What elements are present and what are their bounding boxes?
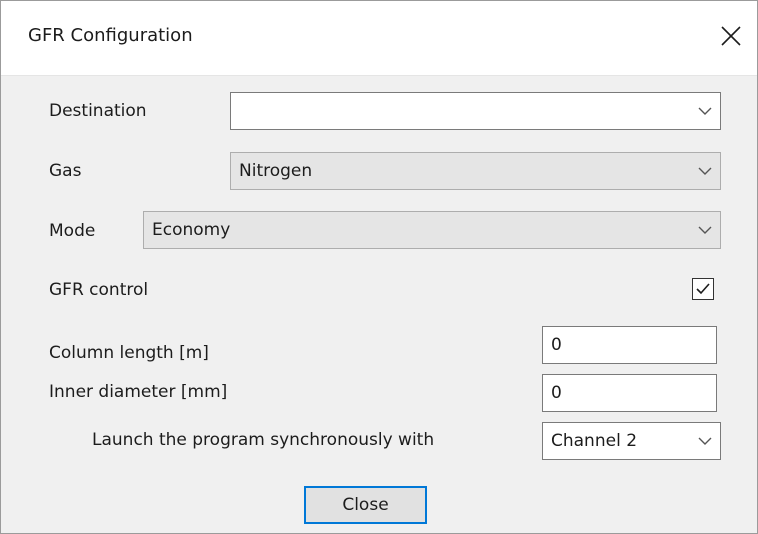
launch-sync-value: Channel 2 <box>551 431 638 451</box>
chevron-down-icon <box>698 167 712 175</box>
close-icon[interactable] <box>718 23 744 49</box>
column-length-label: Column length [m] <box>49 343 209 363</box>
chevron-down-icon <box>698 437 712 445</box>
destination-dropdown[interactable] <box>230 92 721 130</box>
mode-value: Economy <box>152 220 231 240</box>
column-length-value: 0 <box>551 335 562 355</box>
mode-dropdown[interactable]: Economy <box>143 211 721 249</box>
launch-sync-label: Launch the program synchronously with <box>92 430 435 450</box>
gfr-control-checkbox[interactable] <box>692 278 714 300</box>
column-length-input[interactable]: 0 <box>542 326 717 364</box>
gfr-control-label: GFR control <box>49 280 149 300</box>
launch-sync-dropdown[interactable]: Channel 2 <box>542 422 721 460</box>
title-bar: GFR Configuration <box>1 1 757 76</box>
chevron-down-icon <box>698 226 712 234</box>
mode-label: Mode <box>49 221 96 241</box>
checkmark-icon <box>696 283 710 295</box>
chevron-down-icon <box>698 107 712 115</box>
destination-label: Destination <box>49 101 147 121</box>
window-title: GFR Configuration <box>28 25 193 46</box>
gas-label: Gas <box>49 161 82 181</box>
close-button[interactable]: Close <box>304 486 427 524</box>
gas-dropdown[interactable]: Nitrogen <box>230 152 721 190</box>
gfr-configuration-dialog: GFR Configuration Destination Gas Nitrog… <box>0 0 758 534</box>
inner-diameter-input[interactable]: 0 <box>542 374 717 412</box>
gas-value: Nitrogen <box>239 161 313 181</box>
inner-diameter-value: 0 <box>551 383 562 403</box>
inner-diameter-label: Inner diameter [mm] <box>49 382 228 402</box>
